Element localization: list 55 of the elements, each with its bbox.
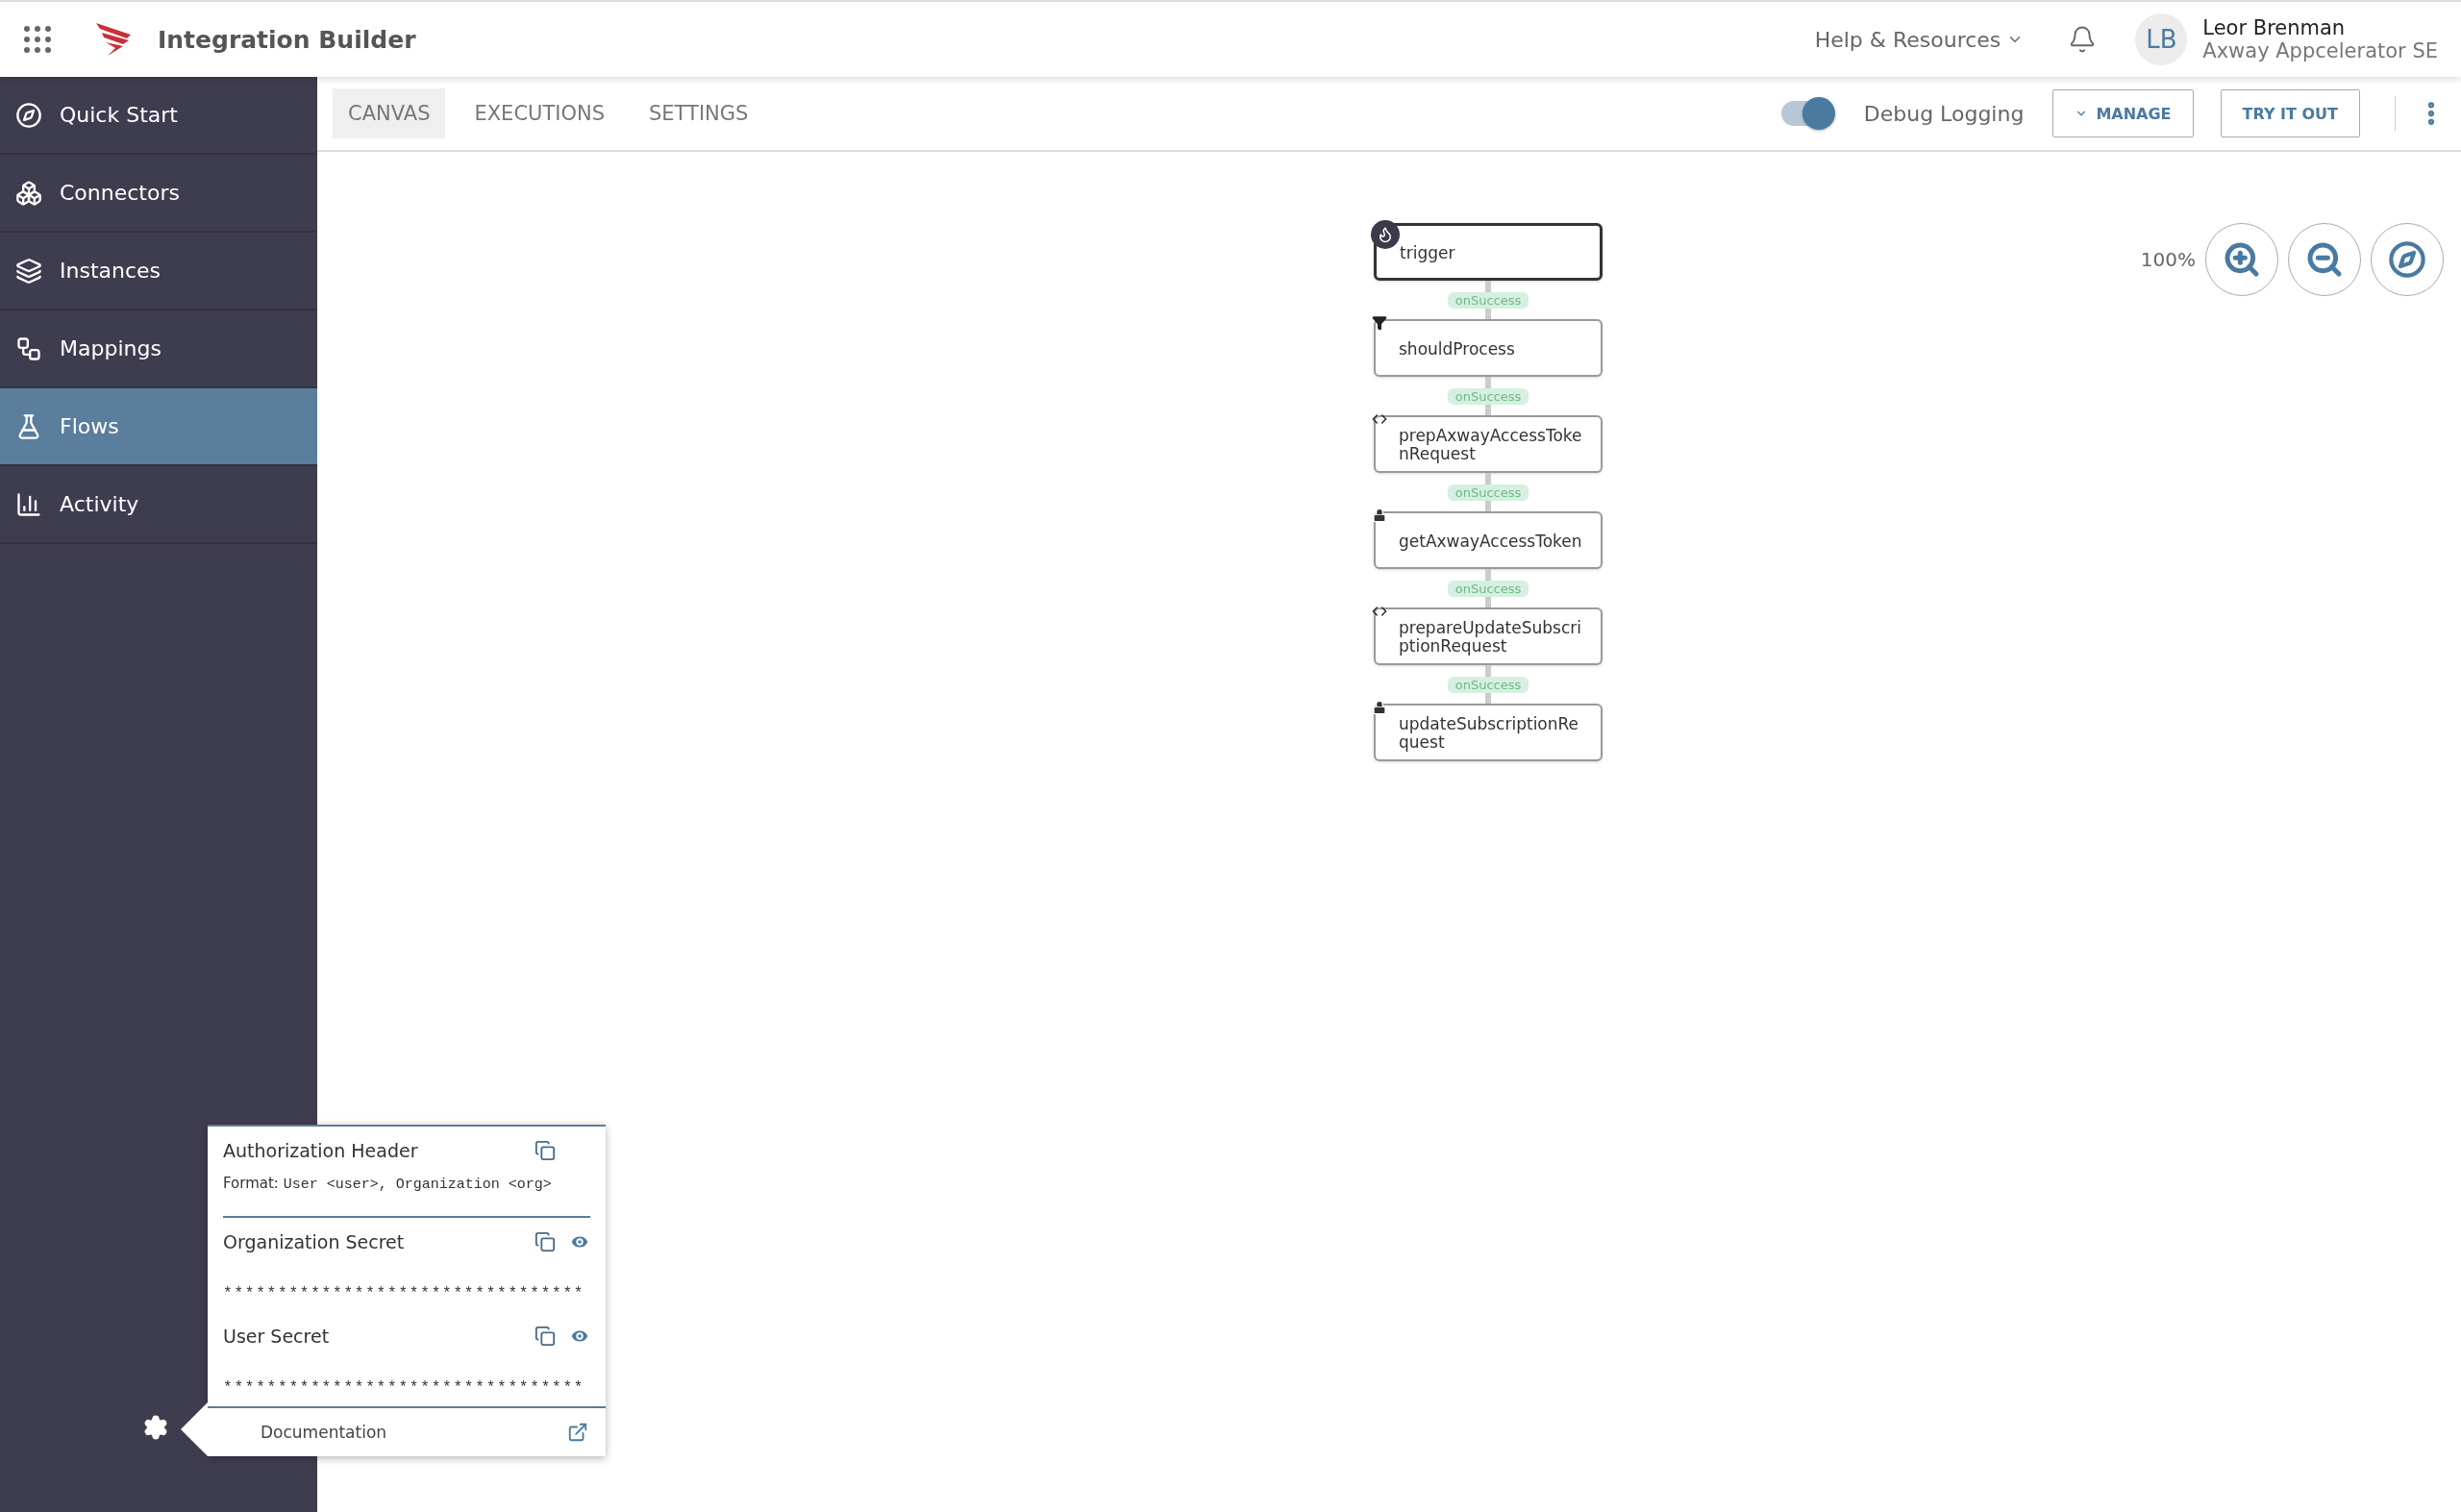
format-hint: Format: User <user>, Organization <org> <box>223 1175 553 1193</box>
zoom-level: 100% <box>2140 248 2196 271</box>
flow-node[interactable]: shouldProcess <box>1374 319 1603 377</box>
compass-icon <box>15 101 42 129</box>
lock-icon <box>1372 700 1387 715</box>
help-menu[interactable]: Help & Resources <box>1808 26 2030 53</box>
lock-icon <box>1372 508 1387 523</box>
toolbar-button[interactable]: TRY IT OUT <box>2220 89 2360 137</box>
sidebar-item[interactable]: Quick Start <box>0 77 317 155</box>
section-title: User Secret <box>223 1326 331 1347</box>
code-icon <box>1372 604 1387 619</box>
flow-node[interactable]: prepareUpdateSubscriptionRequest <box>1374 607 1603 665</box>
tab[interactable]: EXECUTIONS <box>459 88 620 138</box>
app-grid-icon[interactable] <box>23 25 52 54</box>
section-title: Authorization Header <box>223 1140 419 1161</box>
copy-icon[interactable] <box>534 1231 556 1252</box>
settings-icon[interactable] <box>142 1414 169 1441</box>
filter-icon <box>1372 315 1387 331</box>
zoom-in-icon <box>2223 240 2261 279</box>
debug-logging-label: Debug Logging <box>1863 101 2025 126</box>
flow-node[interactable]: getAxwayAccessToken <box>1374 511 1603 569</box>
external-link-icon[interactable] <box>567 1422 588 1443</box>
edge-label: onSuccess <box>1447 291 1529 309</box>
edge-label: onSuccess <box>1447 387 1529 405</box>
masked-secret: ********************************* <box>223 1379 586 1397</box>
edge-label: onSuccess <box>1447 483 1529 501</box>
code-icon <box>1372 411 1387 427</box>
documentation-link[interactable]: Documentation <box>261 1423 567 1442</box>
user-name: Leor Brenman <box>2202 16 2347 39</box>
zoom-out-icon <box>2305 240 2344 279</box>
sidebar-item[interactable]: Connectors <box>0 155 317 233</box>
edge-label: onSuccess <box>1447 580 1529 597</box>
app-title: Integration Builder <box>158 25 416 54</box>
tab[interactable]: SETTINGS <box>634 88 764 138</box>
copy-icon[interactable] <box>534 1326 556 1347</box>
flame-icon <box>1371 220 1400 249</box>
toolbar-button[interactable]: MANAGE <box>2052 89 2194 137</box>
layers-icon <box>15 257 42 285</box>
cubes-icon <box>15 179 42 207</box>
user-avatar[interactable]: LB <box>2135 13 2188 65</box>
compass-icon <box>2388 240 2426 279</box>
copy-icon[interactable] <box>534 1140 556 1161</box>
sidebar-item[interactable]: Flows <box>0 388 317 466</box>
flow-node[interactable]: trigger <box>1374 223 1603 281</box>
sidebar-item[interactable]: Activity <box>0 466 317 544</box>
flow-node[interactable]: updateSubscriptionRequest <box>1374 704 1603 761</box>
sidebar-item[interactable]: Instances <box>0 233 317 310</box>
flow-node[interactable]: prepAxwayAccessTokenRequest <box>1374 415 1603 473</box>
masked-secret: ********************************* <box>223 1285 586 1302</box>
bar-chart-icon <box>15 490 42 518</box>
section-title: Organization Secret <box>223 1231 406 1252</box>
edge-label: onSuccess <box>1447 676 1529 693</box>
tab[interactable]: CANVAS <box>333 88 446 138</box>
organization-name: Axway Appcelerator SE <box>2202 39 2438 62</box>
mapping-icon <box>15 335 42 362</box>
